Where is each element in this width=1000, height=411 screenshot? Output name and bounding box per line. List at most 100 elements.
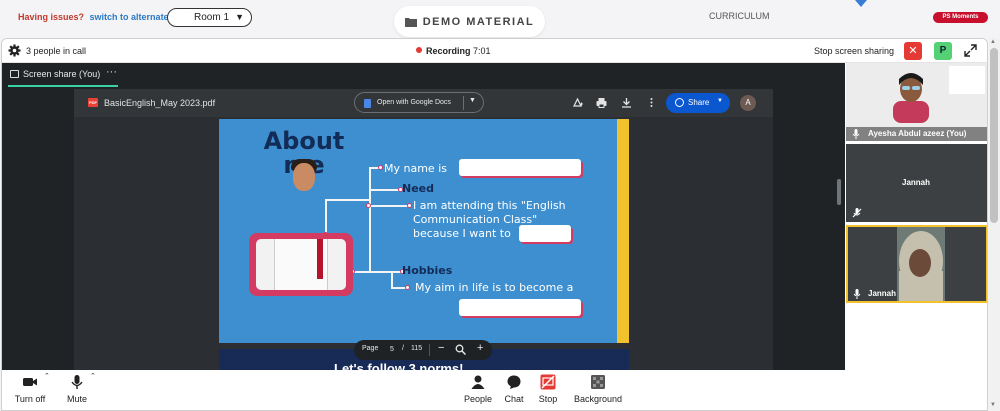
ps-moments-label: PS Moments [942, 14, 979, 20]
globe-icon [675, 98, 684, 107]
avatar[interactable]: A [740, 95, 756, 111]
aim-blank-field [459, 299, 581, 316]
need-heading: Need [402, 182, 435, 195]
open-with-label: Open with Google Docs [377, 99, 451, 106]
attending-line2: Communication Class" [413, 213, 538, 226]
pip-button[interactable]: P [934, 42, 952, 60]
chevron-down-icon: ▼ [717, 98, 723, 104]
stop-sharing-button[interactable]: ✕ [904, 42, 922, 60]
camera-toggle-button[interactable]: Turn off [12, 374, 48, 404]
gear-icon[interactable] [8, 44, 21, 57]
participant-tile[interactable]: Jannah [846, 144, 987, 222]
attending-line3: because I want to [413, 227, 511, 240]
connector-line [353, 271, 403, 273]
connector-node [378, 165, 383, 170]
tab-demo-material[interactable]: DEMO MATERIAL [394, 6, 545, 37]
folder-icon [404, 17, 417, 27]
participant-tile-active[interactable]: Jannah [846, 225, 987, 303]
document-thumbnail [949, 66, 985, 94]
participant-tile[interactable]: Ayesha Abdul azeez (You) [846, 63, 987, 141]
webcam-feed [893, 73, 929, 123]
expand-icon[interactable] [964, 44, 977, 57]
tab-demo-material-label: DEMO MATERIAL [422, 15, 535, 28]
record-dot-icon [416, 47, 422, 53]
person-upper-shape [264, 159, 334, 239]
chevron-up-icon[interactable]: ⌃ [90, 372, 96, 380]
name-blank-field [459, 159, 581, 176]
chat-button[interactable]: Chat [501, 374, 527, 404]
background-label: Background [573, 394, 623, 404]
chat-label: Chat [504, 394, 524, 404]
mic-off-icon [852, 208, 862, 218]
pdf-file-icon: PDF [88, 98, 98, 107]
zoom-icon[interactable] [455, 344, 466, 355]
scroll-down-icon[interactable]: ▼ [990, 402, 996, 408]
scroll-up-icon[interactable]: ▲ [990, 39, 996, 45]
page-label: Page [362, 345, 379, 352]
tab-curriculum[interactable]: CURRICULUM [709, 11, 770, 21]
zoom-out-icon[interactable]: − [438, 342, 444, 354]
webcam-feed [897, 227, 945, 301]
pdf-filename: BasicEnglish_May 2023.pdf [104, 98, 216, 108]
print-icon[interactable] [596, 97, 607, 108]
connector-line [369, 167, 371, 271]
person-silhouette [899, 231, 943, 301]
room-select-value: Room 1 [194, 12, 230, 23]
chat-icon [507, 375, 521, 389]
camera-icon [23, 378, 37, 386]
download-icon[interactable] [621, 97, 632, 108]
stop-label: Stop [538, 394, 558, 404]
profile-photo-frame [249, 233, 353, 296]
stop-share-button[interactable]: Stop [535, 374, 561, 404]
mute-button[interactable]: Mute [62, 374, 92, 404]
call-header: 3 people in call Recording 7:01 Stop scr… [2, 39, 987, 63]
page-number-input[interactable]: 5 [385, 343, 399, 356]
issues-label: Having issues? [18, 12, 85, 22]
stop-share-icon [540, 374, 556, 390]
connector-line [369, 205, 409, 207]
page-separator: / [402, 345, 404, 352]
pdf-scrollbar[interactable] [837, 179, 841, 205]
ps-moments-button[interactable]: PS Moments [933, 12, 988, 23]
more-options-icon[interactable]: ··· [106, 66, 117, 78]
pdf-toolbar: PDF BasicEnglish_May 2023.pdf Open with … [74, 89, 773, 117]
top-bar: Having issues? switch to alternate room … [0, 0, 1000, 38]
mic-icon [853, 289, 861, 299]
connector-line [369, 189, 401, 191]
mic-icon [71, 375, 83, 389]
turn-off-label: Turn off [14, 394, 46, 404]
add-to-drive-icon[interactable] [572, 97, 583, 108]
people-count: 3 people in call [26, 46, 87, 56]
tie-shape [317, 239, 323, 279]
aim-text: My aim in life is to become a [415, 281, 574, 294]
page-total: 115 [411, 345, 423, 352]
slide-page: About me [219, 119, 629, 343]
shirt-shape [274, 239, 328, 290]
chevron-down-icon[interactable]: ▼ [469, 97, 476, 104]
background-icon [591, 375, 605, 389]
room-select[interactable]: Room 1 ▼ [167, 8, 252, 27]
recording-indicator: Recording 7:01 [416, 46, 491, 56]
recording-time: 7:01 [473, 46, 491, 56]
share-button[interactable]: Share ▼ [666, 93, 730, 113]
background-button[interactable]: Background [569, 374, 627, 404]
participant-name: Ayesha Abdul azeez (You) [868, 129, 967, 138]
connector-node [407, 203, 412, 208]
recording-label: Recording [426, 46, 471, 56]
zoom-in-icon[interactable]: + [477, 342, 483, 354]
open-with-google-docs-button[interactable]: Open with Google Docs ▼ [354, 92, 484, 113]
person-icon [471, 375, 485, 389]
people-label: People [463, 394, 493, 404]
page-navigation: Page 5 / 115 − + [354, 340, 492, 360]
screen-share-label: Screen share (You) [23, 69, 101, 79]
share-label: Share [688, 98, 710, 107]
pdf-viewer: PDF BasicEnglish_May 2023.pdf Open with … [74, 89, 841, 370]
more-vert-icon[interactable] [646, 97, 657, 108]
page-scrollbar-thumb[interactable] [990, 48, 998, 223]
chevron-down-icon: ▼ [235, 12, 244, 22]
screen-share-tab[interactable]: Screen share (You) [10, 69, 100, 79]
chevron-up-icon[interactable]: ⌃ [44, 372, 50, 380]
people-button[interactable]: People [461, 374, 495, 404]
my-name-text: My name is [384, 162, 447, 175]
participant-name: Jannah [902, 178, 931, 187]
